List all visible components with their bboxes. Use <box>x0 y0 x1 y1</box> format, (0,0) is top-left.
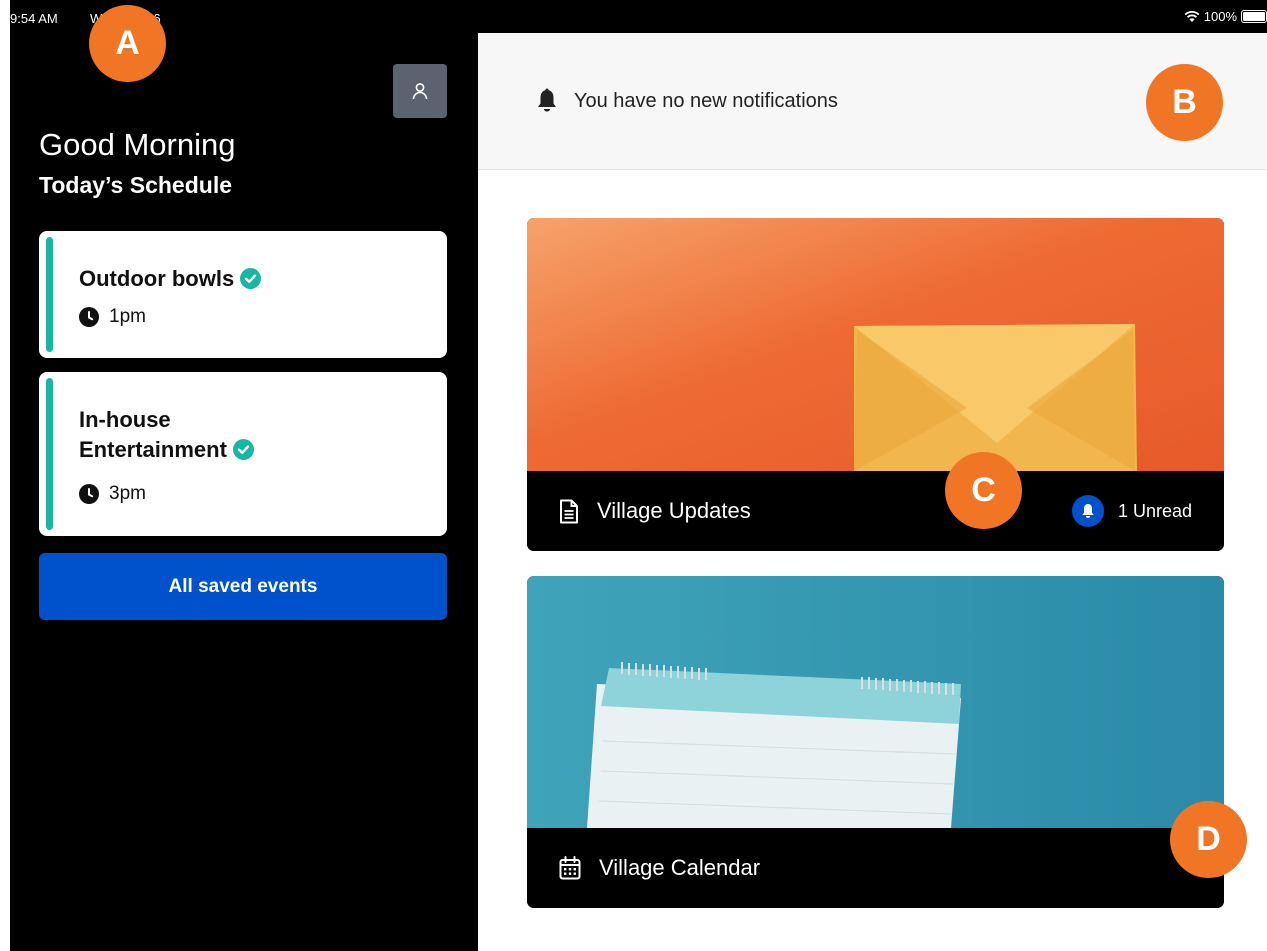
user-icon <box>412 83 428 100</box>
unread-bell-icon <box>1071 495 1104 527</box>
updates-footer: Village Updates 1 Unread <box>527 471 1224 551</box>
village-calendar-tile[interactable]: Village Calendar <box>527 576 1224 908</box>
callout-marker-b: B <box>1146 64 1223 141</box>
callout-marker-c: C <box>945 452 1022 529</box>
check-circle-icon <box>232 439 254 460</box>
event-time: 3pm <box>109 483 146 504</box>
check-circle-icon <box>240 268 262 289</box>
event-card[interactable]: In-house Entertainment 3pm <box>39 372 447 536</box>
unread-badge: 1 Unread <box>1071 495 1192 527</box>
status-right: 100% <box>1184 9 1267 24</box>
status-time: 9:54 AM <box>10 11 58 26</box>
battery-icon <box>1241 10 1267 23</box>
event-time: 1pm <box>109 306 146 327</box>
battery-percent: 100% <box>1203 9 1237 24</box>
event-time-row: 1pm <box>79 306 146 328</box>
event-title: Outdoor bowls <box>79 264 359 294</box>
profile-button[interactable] <box>393 64 447 118</box>
event-time-row: 3pm <box>79 483 146 505</box>
event-accent-bar <box>46 237 53 352</box>
callout-marker-a: A <box>89 5 166 82</box>
event-title: In-house Entertainment <box>79 405 319 465</box>
calendar-footer: Village Calendar <box>527 828 1224 908</box>
document-icon <box>560 499 578 523</box>
event-title-text: In-house Entertainment <box>79 407 227 462</box>
event-accent-bar <box>46 378 53 530</box>
greeting: Good Morning <box>39 127 236 162</box>
updates-label: Village Updates <box>597 498 751 523</box>
unread-count: 1 Unread <box>1117 500 1192 521</box>
bell-icon <box>538 88 556 112</box>
notification-content: You have no new notifications <box>536 88 838 114</box>
event-title-text: Outdoor bowls <box>79 266 235 291</box>
all-saved-events-button[interactable]: All saved events <box>39 553 447 620</box>
sidebar: Good Morning Today’s Schedule Outdoor bo… <box>10 33 478 951</box>
event-card[interactable]: Outdoor bowls 1pm <box>39 231 447 358</box>
status-bar: 9:54 AM Wed Mar 16 100% <box>10 0 1267 33</box>
notification-message: You have no new notifications <box>574 89 838 112</box>
calendar-label: Village Calendar <box>599 855 761 880</box>
schedule-heading: Today’s Schedule <box>39 172 232 198</box>
calendar-image <box>527 576 1224 828</box>
callout-marker-d: D <box>1170 801 1247 878</box>
wifi-icon <box>1184 10 1200 22</box>
clock-icon <box>79 484 99 504</box>
calendar-icon <box>559 856 581 880</box>
clock-icon <box>79 307 99 327</box>
village-updates-tile[interactable]: Village Updates 1 Unread <box>527 218 1224 551</box>
updates-envelope-image <box>527 218 1224 471</box>
